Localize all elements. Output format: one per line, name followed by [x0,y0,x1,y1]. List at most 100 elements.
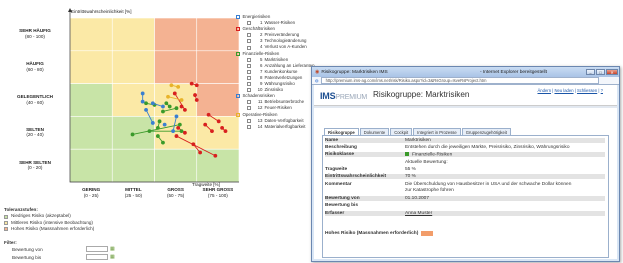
risk-point[interactable] [162,122,167,127]
matrix-cell [69,83,113,117]
risk-point[interactable] [147,129,152,134]
risk-point[interactable] [206,112,211,117]
ims-logo: IMSPREMIUM [320,91,368,101]
checkbox[interactable] [236,94,240,99]
matrix-cell [196,17,240,52]
risk-point[interactable] [172,91,177,96]
legend-item[interactable]: 14 Materialverfügbarkeit [236,124,315,130]
x-category-label: SEHR GROSS (75 - 100) [202,187,234,198]
maximize-button[interactable]: □ [596,69,605,75]
ie-icon: ◉ [315,69,320,75]
risk-point[interactable] [174,134,179,138]
checkbox[interactable] [247,45,251,50]
risk-point[interactable] [157,119,162,124]
risk-point[interactable] [161,140,165,145]
risk-point[interactable] [140,91,145,96]
risk-point[interactable] [169,83,174,88]
checkbox[interactable] [236,15,240,20]
close-button[interactable]: ✕ [606,69,618,75]
matrix-cell [154,50,198,84]
risk-point[interactable] [155,134,160,138]
risk-point[interactable] [210,129,214,134]
matrix-cell [111,50,155,84]
checkbox[interactable] [236,112,240,117]
close-link[interactable]: Schliessen [577,88,597,93]
checkbox[interactable] [247,124,251,129]
filter-to-input[interactable] [86,254,108,260]
checkbox[interactable] [247,82,251,87]
risk-point[interactable] [183,107,187,112]
risk-point[interactable] [213,153,218,158]
checkbox[interactable] [236,27,240,32]
page-title: Risikogruppe: Marktrisiken [373,90,470,99]
risk-point[interactable] [144,107,148,112]
checkbox[interactable] [247,39,251,44]
field-row: Beschreibung Entstehen durch die jeweilig… [325,145,570,150]
risk-point[interactable] [164,101,169,106]
page-icon: ◍ [315,78,319,83]
address-bar: ◍ http://premium.ims-ag.com/ims.net/risk… [312,76,619,85]
risk-point[interactable] [220,125,225,130]
risk-point[interactable] [150,101,155,106]
browser-label: - Internet Explorer bereitgestellt [480,69,547,75]
risk-point[interactable] [203,122,208,127]
risk-point[interactable] [183,130,187,135]
risk-point[interactable] [176,125,181,130]
checkbox[interactable] [247,75,251,80]
minimize-button[interactable]: – [586,69,595,75]
risk-point[interactable] [179,98,184,102]
risk-point[interactable] [194,98,199,102]
filter-panel: Filter: Bewertung von ▦ Bewertung bis ▦ [4,240,115,261]
risk-point[interactable] [179,129,184,134]
checkbox[interactable] [247,106,251,111]
checkbox[interactable] [247,88,251,93]
risk-point[interactable] [174,114,179,119]
risk-point[interactable] [150,121,155,125]
checkbox[interactable] [247,100,251,105]
checkbox[interactable] [236,51,240,56]
risk-point[interactable] [216,119,221,124]
legend-number: 14 [257,123,263,129]
risk-point[interactable] [193,93,197,97]
risk-group-window: ◉ Risikogruppe: Marktrisiken IMS - Inter… [311,66,620,262]
edit-link[interactable]: Ändern [538,88,552,93]
x-category-label: MITTEL (25 - 50) [124,187,143,198]
filter-from-input[interactable] [86,246,108,252]
x-category-label: GERING (0 - 25) [82,187,101,198]
calendar-icon[interactable]: ▦ [110,254,115,260]
x-axis-title: Tragweite [%] [192,182,220,187]
reload-link[interactable]: Neu laden [554,88,573,93]
risk-point[interactable] [161,104,165,109]
risk-point[interactable] [191,142,196,147]
risk-point[interactable] [177,122,182,127]
risk-point[interactable] [166,94,170,99]
field-row: Risikoklasse Finanzielle-Risiken [325,152,605,158]
risk-point[interactable] [194,83,199,88]
checkbox[interactable] [247,21,251,26]
url-field[interactable]: http://premium.ims-ag.com/ims.net/risk/R… [320,76,599,85]
checkbox[interactable] [247,33,251,38]
risk-point[interactable] [176,84,181,89]
checkbox[interactable] [247,57,251,62]
checkbox[interactable] [247,118,251,123]
risk-point[interactable] [198,150,203,155]
risk-point[interactable] [140,99,145,104]
risk-point[interactable] [144,101,148,106]
help-link[interactable]: ? [601,88,603,93]
checkbox[interactable] [247,69,251,74]
risk-point[interactable] [161,109,165,114]
calendar-icon[interactable]: ▦ [110,246,115,252]
risk-point[interactable] [130,132,135,137]
checkbox[interactable] [247,63,251,68]
author-link[interactable]: Anna Muster [405,211,432,216]
tolerance-swatch [4,227,8,232]
risk-point[interactable] [155,125,160,130]
risk-point[interactable] [223,129,228,134]
risk-point[interactable] [179,104,184,109]
risk-point[interactable] [167,104,172,109]
risk-point[interactable] [174,106,179,111]
risk-point[interactable] [171,129,175,134]
risk-point[interactable] [189,81,194,86]
window-titlebar[interactable]: ◉ Risikogruppe: Marktrisiken IMS - Inter… [312,67,619,77]
y-axis-arrow [68,8,72,12]
